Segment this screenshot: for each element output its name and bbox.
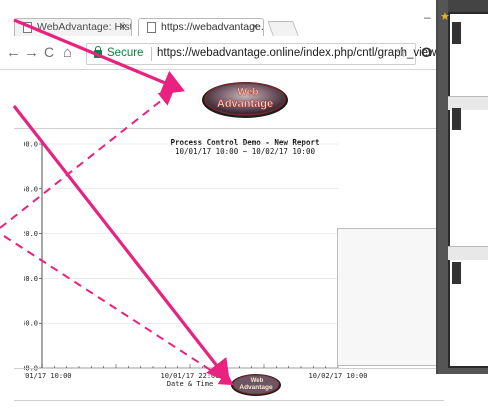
home-icon[interactable]: ⌂ [63,44,72,61]
tab-graph-view[interactable]: https://webadvantage.onl × [138,18,264,36]
page-icon [147,22,156,33]
browser-window: WebAdvantage: History o × https://webadv… [0,0,448,414]
background-window-row [448,246,488,260]
reload-icon[interactable]: C [44,44,54,60]
lock-icon [94,46,102,58]
minimize-icon[interactable]: – [424,10,431,24]
y-tick-label: 240.0 [24,320,38,328]
extension-icon[interactable]: O [421,44,432,60]
chart-legend-box [337,228,443,366]
logo-text-line2: Advantage [217,98,273,110]
secure-label: Secure [107,47,144,59]
page-icon [23,22,32,33]
y-tick-label: 800.0 [24,141,38,149]
x-axis-label: Date & Time [167,380,213,388]
address-bar[interactable]: Secure https://webadvantage.online/index… [86,43,436,65]
y-tick-label: 520.0 [24,230,38,238]
footer-logo-line2: Advantage [239,384,273,391]
background-window-marker [452,22,461,44]
background-window-titlebar [448,0,488,12]
toolbar: ← → C ⌂ Secure https://webadvantage.onli… [0,36,448,70]
y-tick-label: 380.0 [24,275,38,283]
web-advantage-logo: Web Advantage [202,82,288,118]
background-window-marker [452,108,461,130]
footer-divider-bottom [14,400,444,401]
forward-icon[interactable]: → [24,44,39,61]
extension-star-icon: ★ [440,11,450,23]
background-window-content [448,12,488,368]
footer-divider-top [14,368,444,369]
x-tick-label: 10/02/17 10:00 [308,372,367,380]
close-tab-icon[interactable]: × [252,19,258,35]
divider [151,47,152,61]
close-tab-icon[interactable]: × [120,19,126,35]
tab-strip: WebAdvantage: History o × https://webadv… [0,0,448,36]
x-tick-label: 10/01/17 10:00 [24,372,72,380]
x-tick-label: 10/01/17 22:00 [160,372,219,380]
bookmark-star-icon[interactable]: ☆ [395,45,407,61]
tab-label: https://webadvantage.onl [161,21,264,33]
y-tick-label: 660.0 [24,185,38,193]
chart-plot: 800.0660.0520.0380.0240.0100.010/01/17 1… [24,141,368,389]
background-window-marker [452,262,461,284]
back-icon[interactable]: ← [6,44,21,61]
page-content: Web Advantage Process Control Demo - New… [0,70,448,414]
logo-text-line1: Web [238,87,259,98]
new-tab-button[interactable] [267,21,299,36]
tab-label: WebAdvantage: History o [37,21,131,33]
tab-history[interactable]: WebAdvantage: History o × [14,18,132,36]
footer-logo: Web Advantage [231,374,281,396]
